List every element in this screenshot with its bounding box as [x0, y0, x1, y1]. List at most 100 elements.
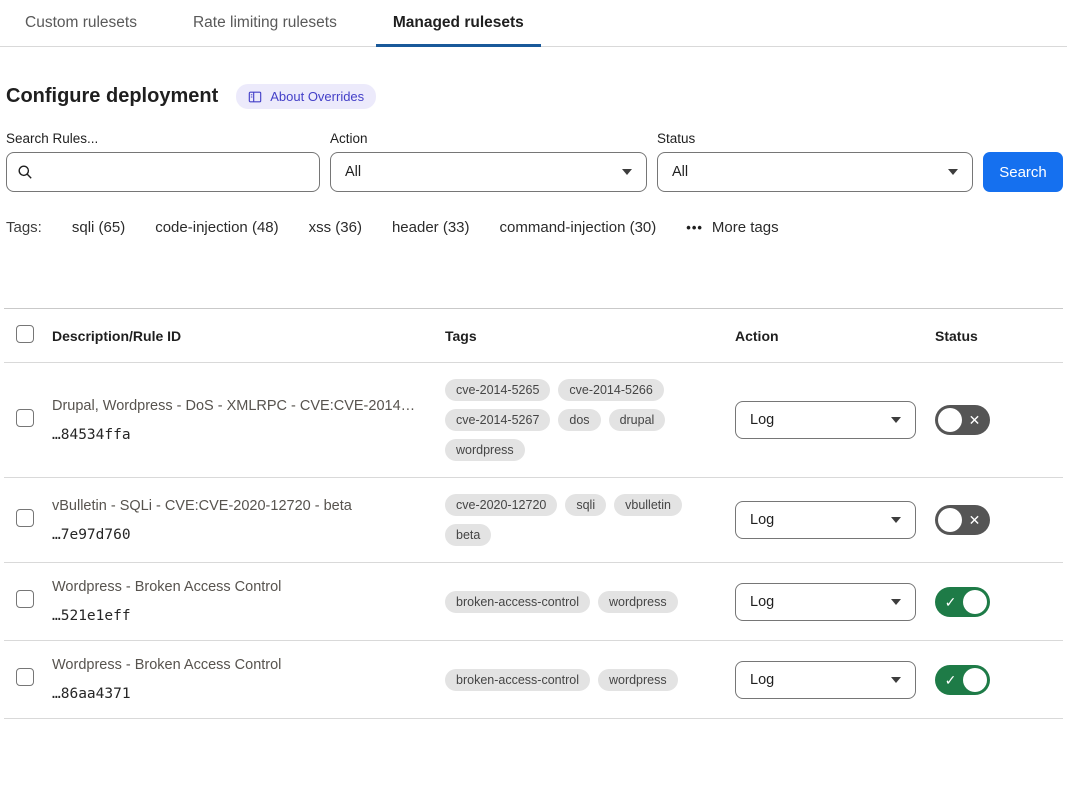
- about-overrides-link[interactable]: About Overrides: [236, 84, 376, 109]
- rule-action-value: Log: [750, 672, 774, 688]
- table-header-row: Description/Rule ID Tags Action Status: [4, 309, 1063, 363]
- rule-status-toggle[interactable]: ✓ ✕: [935, 405, 990, 435]
- table-row: Wordpress - Broken Access Control …86aa4…: [4, 641, 1063, 719]
- tag-pill: cve-2014-5266: [558, 379, 663, 401]
- tag-pill: cve-2014-5267: [445, 409, 550, 431]
- select-all-checkbox[interactable]: [16, 325, 34, 343]
- more-tags-button[interactable]: ••• More tags: [686, 219, 778, 236]
- column-header-action: Action: [735, 309, 935, 363]
- tag-pill: wordpress: [598, 591, 678, 613]
- tag-filter-xss[interactable]: xss (36): [309, 219, 362, 236]
- rule-status-toggle[interactable]: ✓ ✕: [935, 505, 990, 535]
- chevron-down-icon: [948, 169, 958, 175]
- about-overrides-label: About Overrides: [270, 89, 364, 104]
- search-filter: Search Rules...: [6, 131, 320, 192]
- row-checkbox[interactable]: [16, 409, 34, 427]
- rule-action-select[interactable]: Log: [735, 501, 916, 539]
- rule-description: vBulletin - SQLi - CVE:CVE-2020-12720 - …: [52, 498, 445, 514]
- search-rules-label: Search Rules...: [6, 131, 320, 146]
- toggle-knob: [963, 590, 987, 614]
- tag-pill: vbulletin: [614, 494, 682, 516]
- book-icon: [248, 90, 262, 104]
- heading-row: Configure deployment About Overrides: [4, 84, 1063, 109]
- rule-status-toggle[interactable]: ✓ ✕: [935, 587, 990, 617]
- tag-pill: drupal: [609, 409, 666, 431]
- toggle-knob: [963, 668, 987, 692]
- search-button[interactable]: Search: [983, 152, 1063, 192]
- column-header-status: Status: [935, 309, 1063, 363]
- tag-pill: wordpress: [598, 669, 678, 691]
- status-filter: Status All: [657, 131, 973, 192]
- ellipsis-icon: •••: [686, 220, 703, 235]
- tags-bar-label: Tags:: [6, 219, 42, 236]
- rule-tags: cve-2014-5265 cve-2014-5266 cve-2014-5267 d…: [445, 379, 723, 461]
- tag-filter-sqli[interactable]: sqli (65): [72, 219, 125, 236]
- tag-pill: broken-access-control: [445, 591, 590, 613]
- table-row: Wordpress - Broken Access Control …521e1…: [4, 563, 1063, 641]
- rule-tags: cve-2020-12720 sqli vbulletin beta: [445, 494, 723, 546]
- ruleset-tabbar: Custom rulesets Rate limiting rulesets M…: [0, 0, 1067, 47]
- check-icon: ✓: [938, 673, 963, 687]
- rule-description: Wordpress - Broken Access Control: [52, 579, 445, 595]
- action-filter: Action All: [330, 131, 647, 192]
- row-checkbox[interactable]: [16, 509, 34, 527]
- toggle-knob: [938, 508, 962, 532]
- search-input-wrapper: [6, 152, 320, 192]
- rule-action-value: Log: [750, 412, 774, 428]
- rule-tags: broken-access-control wordpress: [445, 591, 723, 613]
- column-header-tags: Tags: [445, 309, 735, 363]
- chevron-down-icon: [891, 599, 901, 605]
- rule-description: Wordpress - Broken Access Control: [52, 657, 445, 673]
- table-row: Drupal, Wordpress - DoS - XMLRPC - CVE:C…: [4, 363, 1063, 478]
- tag-pill: beta: [445, 524, 491, 546]
- table-row: vBulletin - SQLi - CVE:CVE-2020-12720 - …: [4, 478, 1063, 563]
- rules-table: Description/Rule ID Tags Action Status D…: [4, 308, 1063, 719]
- tag-pill: cve-2020-12720: [445, 494, 557, 516]
- tag-filter-code-injection[interactable]: code-injection (48): [155, 219, 278, 236]
- rule-id: …7e97d760: [52, 527, 445, 543]
- status-filter-select[interactable]: All: [657, 152, 973, 192]
- search-input[interactable]: [41, 164, 309, 180]
- x-icon: ✕: [962, 413, 987, 427]
- rule-action-select[interactable]: Log: [735, 401, 916, 439]
- rule-status-toggle[interactable]: ✓ ✕: [935, 665, 990, 695]
- column-header-description: Description/Rule ID: [52, 309, 445, 363]
- status-label: Status: [657, 131, 973, 146]
- check-icon: ✓: [938, 595, 963, 609]
- rule-action-select[interactable]: Log: [735, 583, 916, 621]
- row-checkbox[interactable]: [16, 668, 34, 686]
- rule-id: …84534ffa: [52, 427, 445, 443]
- tag-pill: broken-access-control: [445, 669, 590, 691]
- more-tags-label: More tags: [712, 219, 779, 236]
- action-filter-value: All: [345, 164, 361, 180]
- chevron-down-icon: [891, 677, 901, 683]
- filters-row: Search Rules... Action All Status All: [4, 131, 1063, 192]
- tag-filter-command-injection[interactable]: command-injection (30): [500, 219, 657, 236]
- tab-managed-rulesets[interactable]: Managed rulesets: [376, 0, 541, 46]
- row-checkbox[interactable]: [16, 590, 34, 608]
- rule-tags: broken-access-control wordpress: [445, 669, 723, 691]
- page-title: Configure deployment: [6, 85, 218, 108]
- x-icon: ✕: [962, 513, 987, 527]
- search-icon: [17, 164, 33, 180]
- rule-action-value: Log: [750, 594, 774, 610]
- tab-rate-limiting-rulesets[interactable]: Rate limiting rulesets: [176, 0, 354, 46]
- tag-pill: cve-2014-5265: [445, 379, 550, 401]
- tags-bar: Tags: sqli (65) code-injection (48) xss …: [4, 219, 1063, 236]
- chevron-down-icon: [622, 169, 632, 175]
- rule-id: …521e1eff: [52, 608, 445, 624]
- tag-filter-header[interactable]: header (33): [392, 219, 470, 236]
- action-filter-select[interactable]: All: [330, 152, 647, 192]
- chevron-down-icon: [891, 517, 901, 523]
- rule-description: Drupal, Wordpress - DoS - XMLRPC - CVE:C…: [52, 398, 445, 414]
- tag-pill: sqli: [565, 494, 606, 516]
- rule-action-select[interactable]: Log: [735, 661, 916, 699]
- chevron-down-icon: [891, 417, 901, 423]
- rule-id: …86aa4371: [52, 686, 445, 702]
- status-filter-value: All: [672, 164, 688, 180]
- rule-action-value: Log: [750, 512, 774, 528]
- tab-custom-rulesets[interactable]: Custom rulesets: [8, 0, 154, 46]
- main-content: Configure deployment About Overrides Sea…: [0, 84, 1067, 719]
- toggle-knob: [938, 408, 962, 432]
- action-label: Action: [330, 131, 647, 146]
